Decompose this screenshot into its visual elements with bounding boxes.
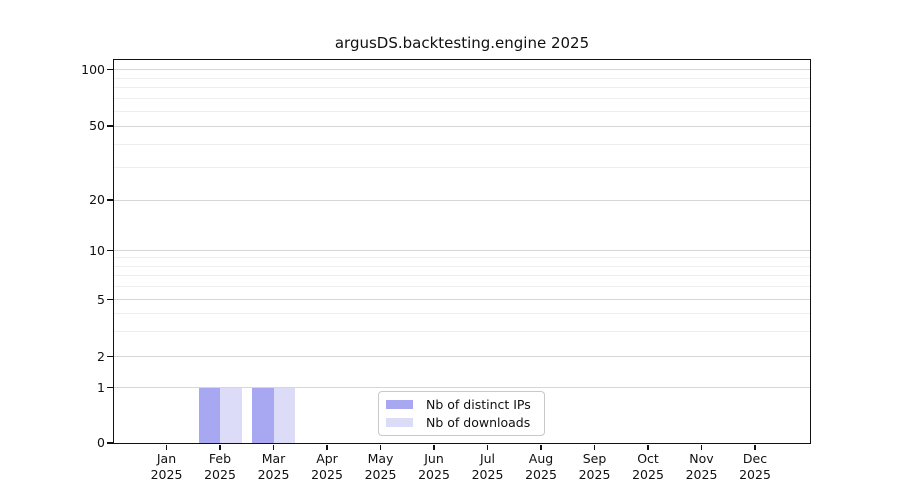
bar-mar-distinct-ips bbox=[252, 388, 274, 444]
axes-frame bbox=[113, 59, 811, 444]
gridline-minor bbox=[114, 313, 810, 314]
x-tick bbox=[594, 445, 596, 450]
x-tick bbox=[166, 445, 168, 450]
gridline-major bbox=[114, 69, 810, 70]
x-tick bbox=[754, 445, 756, 450]
y-tick bbox=[107, 356, 113, 358]
y-tick bbox=[107, 69, 113, 71]
bar-mar-downloads bbox=[274, 388, 296, 444]
x-tick bbox=[487, 445, 489, 450]
gridline-major bbox=[114, 250, 810, 251]
gridline-major bbox=[114, 356, 810, 357]
y-tick-label: 0 bbox=[38, 435, 105, 451]
y-tick-label: 2 bbox=[38, 349, 105, 365]
gridline-major bbox=[114, 200, 810, 201]
gridline-minor bbox=[114, 98, 810, 99]
y-tick-label: 100 bbox=[38, 62, 105, 78]
gridline-major bbox=[114, 126, 810, 127]
y-tick bbox=[107, 387, 113, 389]
gridline-minor bbox=[114, 144, 810, 145]
legend-entry: Nb of downloads bbox=[386, 415, 537, 430]
gridline-minor bbox=[114, 266, 810, 267]
y-tick-label: 1 bbox=[38, 380, 105, 396]
figure: argusDS.backtesting.engine 2025 0 1 2 5 10 20… bbox=[0, 0, 900, 500]
x-tick bbox=[433, 445, 435, 450]
gridline-major bbox=[114, 299, 810, 300]
chart-title: argusDS.backtesting.engine 2025 bbox=[114, 34, 810, 56]
legend-entry: Nb of distinct IPs bbox=[386, 397, 537, 412]
y-tick-label: 10 bbox=[38, 243, 105, 259]
legend-label: Nb of distinct IPs bbox=[426, 397, 531, 412]
x-tick bbox=[326, 445, 328, 450]
x-tick-month: Dec bbox=[724, 451, 786, 467]
gridline-minor bbox=[114, 111, 810, 112]
y-tick-label: 20 bbox=[38, 192, 105, 208]
gridline-minor bbox=[114, 78, 810, 79]
gridline-minor bbox=[114, 167, 810, 168]
x-tick bbox=[380, 445, 382, 450]
gridline-minor bbox=[114, 286, 810, 287]
y-tick bbox=[107, 250, 113, 252]
x-tick-label: Dec2025 bbox=[724, 451, 786, 483]
y-tick bbox=[107, 125, 113, 127]
x-tick-year: 2025 bbox=[724, 467, 786, 483]
x-tick bbox=[219, 445, 221, 450]
y-tick bbox=[107, 442, 113, 444]
x-tick bbox=[273, 445, 275, 450]
legend-swatch bbox=[386, 418, 413, 428]
gridline-minor bbox=[114, 87, 810, 88]
y-tick-label: 5 bbox=[38, 292, 105, 308]
bar-feb-downloads bbox=[220, 388, 242, 444]
legend-label: Nb of downloads bbox=[426, 415, 530, 430]
y-tick-label: 50 bbox=[38, 118, 105, 134]
gridline-minor bbox=[114, 275, 810, 276]
x-tick bbox=[647, 445, 649, 450]
gridline-minor bbox=[114, 331, 810, 332]
bar-feb-distinct-ips bbox=[199, 388, 221, 444]
legend: Nb of distinct IPs Nb of downloads bbox=[378, 391, 545, 436]
x-tick bbox=[701, 445, 703, 450]
y-tick bbox=[107, 299, 113, 301]
gridline-minor bbox=[114, 257, 810, 258]
legend-swatch bbox=[386, 400, 413, 410]
y-tick bbox=[107, 199, 113, 201]
x-tick bbox=[540, 445, 542, 450]
